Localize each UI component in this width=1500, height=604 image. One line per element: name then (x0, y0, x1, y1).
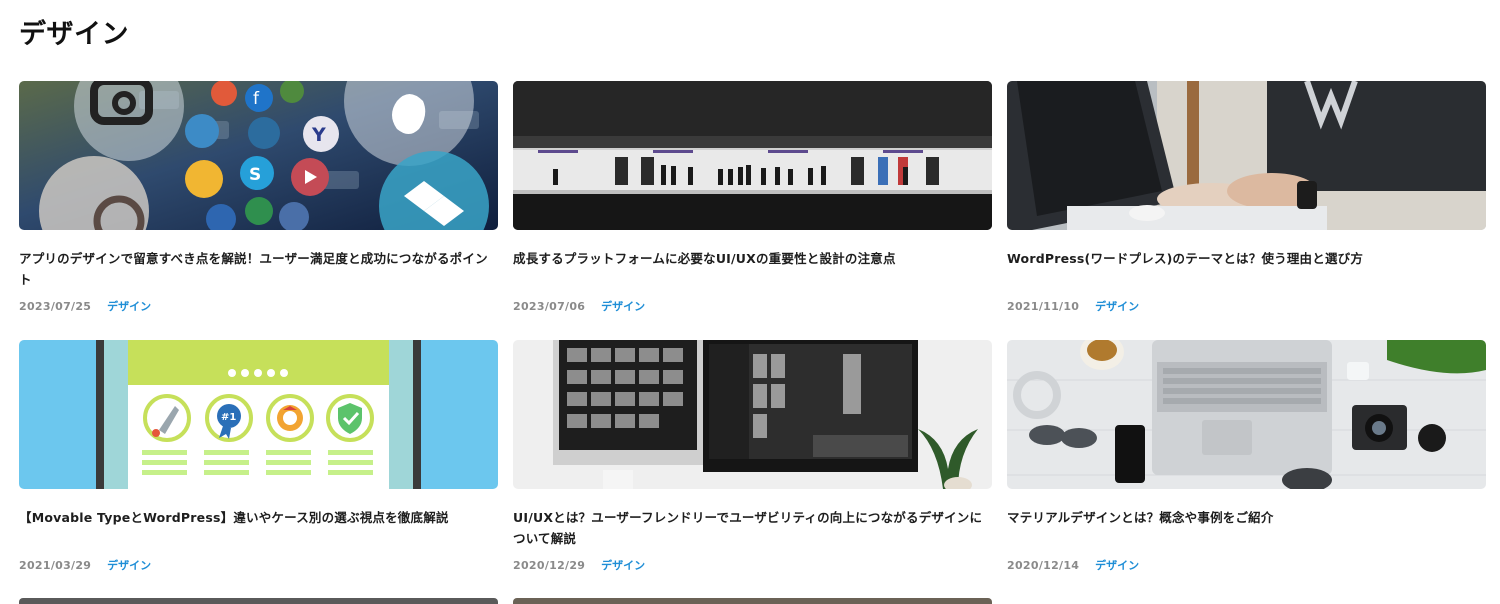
article-title[interactable]: UI/UXとは？ユーザーフレンドリーでユーザビリティの向上につながるデザインにつ… (513, 507, 992, 549)
category-link[interactable]: デザイン (601, 559, 645, 572)
app-icons-photo: f Y S (19, 81, 498, 230)
article-thumbnail[interactable]: #1 (19, 340, 498, 489)
article-title[interactable]: マテリアルデザインとは？概念や事例をご紹介 (1007, 507, 1486, 528)
article-card[interactable]: #1 【Movable TypeとWordPress】違いやケース別の選ぶ視点を… (19, 340, 498, 572)
article-thumbnail[interactable] (513, 340, 992, 489)
category-link[interactable]: デザイン (107, 300, 151, 313)
svg-text:#1: #1 (221, 412, 236, 423)
page-title: デザイン (19, 19, 129, 50)
category-link[interactable]: デザイン (107, 559, 151, 572)
article-meta: 2023/07/25 デザイン (19, 298, 151, 314)
next-row-thumbnail[interactable] (513, 598, 992, 604)
article-date: 2020/12/29 (513, 559, 586, 572)
article-date: 2023/07/06 (513, 300, 586, 313)
article-title[interactable]: WordPress(ワードプレス)のテーマとは？使う理由と選び方 (1007, 248, 1486, 269)
article-thumbnail[interactable] (1007, 340, 1486, 489)
article-date: 2023/07/25 (19, 300, 92, 313)
svg-text:Y: Y (311, 124, 326, 146)
article-meta: 2021/03/29 デザイン (19, 557, 151, 573)
article-thumbnail[interactable] (1007, 81, 1486, 230)
badges-illustration: #1 (19, 340, 498, 489)
article-date: 2021/03/29 (19, 559, 92, 572)
article-date: 2020/12/14 (1007, 559, 1080, 572)
article-card[interactable]: UI/UXとは？ユーザーフレンドリーでユーザビリティの向上につながるデザインにつ… (513, 340, 992, 572)
article-date: 2021/11/10 (1007, 300, 1080, 313)
article-card[interactable]: f Y S アプリのデザインで留意すべき点を解説！ユーザー満足度と成功につながる… (19, 81, 498, 313)
next-row-thumbnail[interactable] (19, 598, 498, 604)
article-thumbnail[interactable] (513, 81, 992, 230)
svg-text:S: S (249, 165, 261, 185)
person-typing-photo (1007, 81, 1486, 230)
article-card[interactable]: WordPress(ワードプレス)のテーマとは？使う理由と選び方 2021/11… (1007, 81, 1486, 313)
article-card[interactable]: マテリアルデザインとは？概念や事例をご紹介 2020/12/14 デザイン (1007, 340, 1486, 572)
category-link[interactable]: デザイン (1095, 300, 1139, 313)
article-meta: 2021/11/10 デザイン (1007, 298, 1139, 314)
category-link[interactable]: デザイン (601, 300, 645, 313)
category-link[interactable]: デザイン (1095, 559, 1139, 572)
svg-text:f: f (253, 89, 260, 109)
article-title[interactable]: 【Movable TypeとWordPress】違いやケース別の選ぶ視点を徹底解… (19, 507, 498, 528)
article-thumbnail[interactable]: f Y S (19, 81, 498, 230)
article-meta: 2020/12/29 デザイン (513, 557, 645, 573)
article-card[interactable]: 成長するプラットフォームに必要なUI/UXの重要性と設計の注意点 2023/07… (513, 81, 992, 313)
desk-laptop-photo (1007, 340, 1486, 489)
article-meta: 2020/12/14 デザイン (1007, 557, 1139, 573)
subway-platform-photo (513, 81, 992, 230)
article-meta: 2023/07/06 デザイン (513, 298, 645, 314)
article-title[interactable]: 成長するプラットフォームに必要なUI/UXの重要性と設計の注意点 (513, 248, 992, 269)
design-monitors-photo (513, 340, 992, 489)
article-title[interactable]: アプリのデザインで留意すべき点を解説！ユーザー満足度と成功につながるポイント (19, 248, 498, 290)
